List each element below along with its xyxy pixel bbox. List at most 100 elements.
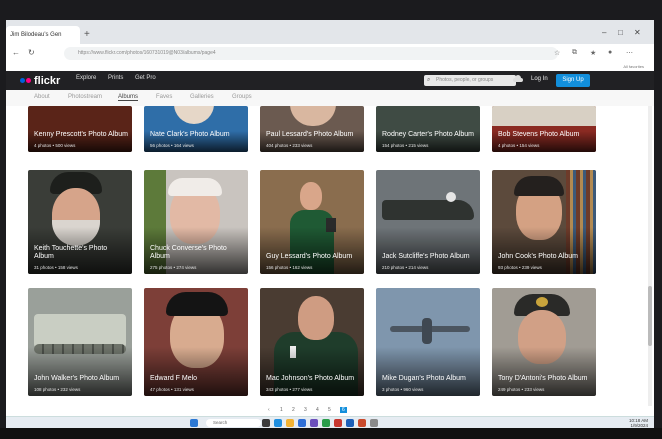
start-icon[interactable]: [190, 419, 198, 427]
album-meta: 156 photos • 162 views: [266, 265, 313, 270]
face-shape: [298, 296, 334, 340]
album-card[interactable]: Nate Clark's Photo Album 56 photos • 164…: [144, 106, 248, 152]
taskbar-clock[interactable]: 10:18 AM 1/9/2024: [629, 418, 648, 428]
new-tab-button[interactable]: +: [84, 29, 90, 40]
tab-groups[interactable]: Groups: [232, 94, 252, 100]
album-card[interactable]: Rodney Carter's Photo Album 154 photos •…: [376, 106, 480, 152]
nav-prints[interactable]: Prints: [108, 75, 123, 81]
profile-icon[interactable]: ●: [608, 49, 612, 56]
edge-icon[interactable]: [274, 419, 282, 427]
album-card[interactable]: Paul Lessard's Photo Album 404 photos • …: [260, 106, 364, 152]
teams-icon[interactable]: [310, 419, 318, 427]
flickr-logo[interactable]: flickr: [20, 74, 60, 87]
tab-faves[interactable]: Faves: [156, 94, 172, 100]
hair-shape: [166, 292, 228, 316]
album-meta: 210 photos • 214 views: [382, 265, 429, 270]
album-title: Bob Stevens Photo Album: [498, 131, 580, 138]
cover-detail: [492, 106, 596, 126]
mail-icon[interactable]: [298, 419, 306, 427]
tab-about[interactable]: About: [34, 94, 50, 100]
face-shape: [300, 182, 322, 210]
album-title: John Walker's Photo Album: [34, 375, 120, 382]
album-title: Keith Touchette's Photo Album: [34, 245, 108, 260]
album-title: Mac Johnson's Photo Album: [266, 375, 355, 382]
fuselage-shape: [422, 318, 432, 344]
refresh-icon[interactable]: ↻: [28, 48, 35, 57]
page-6-current[interactable]: 6: [340, 407, 347, 413]
album-title: John Cook's Photo Album: [498, 253, 578, 260]
tab-albums[interactable]: Albums: [118, 94, 139, 101]
album-card[interactable]: Kenny Prescott's Photo Album 4 photos • …: [28, 106, 132, 152]
page-prev[interactable]: ‹: [268, 407, 270, 413]
extensions-icon[interactable]: ⧉: [572, 49, 577, 57]
album-title: Mike Dugan's Photo Album: [382, 375, 466, 382]
page-4[interactable]: 4: [316, 407, 319, 413]
page-2[interactable]: 2: [292, 407, 295, 413]
album-card[interactable]: Keith Touchette's Photo Album 31 photos …: [28, 170, 132, 274]
album-meta: 47 photos • 131 views: [150, 387, 194, 392]
maximize-icon[interactable]: □: [618, 28, 623, 37]
cap-emblem-shape: [536, 297, 548, 307]
album-meta: 3 photos • 960 views: [382, 387, 424, 392]
insignia-shape: [446, 192, 456, 202]
album-card[interactable]: Mike Dugan's Photo Album 3 photos • 960 …: [376, 288, 480, 396]
album-card[interactable]: Bob Stevens Photo Album 4 photos • 154 v…: [492, 106, 596, 152]
album-card[interactable]: Tony D'Antoni's Photo Album 249 photos •…: [492, 288, 596, 396]
album-card[interactable]: Guy Lessard's Photo Album 156 photos • 1…: [260, 170, 364, 274]
album-meta: 108 photos • 232 views: [34, 387, 81, 392]
url-text: https://www.flickr.com/photos/160731019@…: [78, 50, 216, 56]
aircraft-model-shape: [382, 200, 474, 220]
tab-galleries[interactable]: Galleries: [190, 94, 214, 100]
taskbar-search[interactable]: Search: [206, 419, 261, 427]
back-icon[interactable]: ←: [12, 48, 20, 57]
logo-text: flickr: [34, 74, 61, 87]
album-meta: 404 photos • 233 views: [266, 143, 313, 148]
album-title: Rodney Carter's Photo Album: [382, 131, 474, 138]
album-meta: 343 photos • 277 views: [266, 387, 313, 392]
album-card[interactable]: Mac Johnson's Photo Album 343 photos • 2…: [260, 288, 364, 396]
search-placeholder: Photos, people, or groups: [436, 77, 494, 83]
scrollbar-thumb[interactable]: [648, 286, 652, 346]
page-1[interactable]: 1: [280, 407, 283, 413]
page-3[interactable]: 3: [304, 407, 307, 413]
favorites-icon[interactable]: ★: [590, 49, 596, 57]
pagination: ‹ 1 2 3 4 5 6: [6, 406, 654, 416]
album-meta: 31 photos • 158 views: [34, 265, 78, 270]
login-link[interactable]: Log In: [531, 76, 548, 82]
file-explorer-icon[interactable]: [286, 419, 294, 427]
word-icon[interactable]: [346, 419, 354, 427]
album-card[interactable]: Jack Sutcliffe's Photo Album 210 photos …: [376, 170, 480, 274]
album-meta: 275 photos • 274 views: [150, 265, 197, 270]
browser-tab-bar: Jim Bilodeau's Gen + – □ ✕: [6, 20, 654, 44]
nav-explore[interactable]: Explore: [76, 75, 96, 81]
album-card[interactable]: Edward F Melo 47 photos • 131 views: [144, 288, 248, 396]
album-title: Chuck Converse's Photo Album: [150, 245, 227, 260]
page-5[interactable]: 5: [328, 407, 331, 413]
powerpoint-icon[interactable]: [358, 419, 366, 427]
all-favorites-link[interactable]: All favorites: [623, 64, 644, 69]
close-icon[interactable]: ✕: [634, 28, 641, 37]
flickr-header: flickr Explore Prints Get Pro ⌕ Photos, …: [6, 71, 654, 90]
signup-button[interactable]: Sign Up: [556, 74, 590, 87]
album-meta: 249 photos • 233 views: [498, 387, 545, 392]
upload-cloud-icon[interactable]: [513, 75, 523, 83]
minimize-icon[interactable]: –: [602, 28, 606, 37]
logo-pink-dot: [26, 78, 31, 83]
monitor-screen: Jim Bilodeau's Gen + – □ ✕ ← ↻ https://w…: [6, 20, 654, 428]
star-icon[interactable]: ☆: [554, 49, 560, 57]
task-view-icon[interactable]: [262, 419, 270, 427]
page-scrollbar[interactable]: [648, 106, 652, 406]
search-input[interactable]: ⌕ Photos, people, or groups: [424, 75, 516, 86]
menu-icon[interactable]: ⋯: [626, 49, 633, 57]
album-card[interactable]: John Cook's Photo Album 93 photos • 239 …: [492, 170, 596, 274]
excel-icon[interactable]: [322, 419, 330, 427]
settings-icon[interactable]: [370, 419, 378, 427]
browser-tab[interactable]: Jim Bilodeau's Gen: [6, 26, 80, 44]
album-card[interactable]: Chuck Converse's Photo Album 275 photos …: [144, 170, 248, 274]
album-card[interactable]: John Walker's Photo Album 108 photos • 2…: [28, 288, 132, 396]
url-field[interactable]: https://www.flickr.com/photos/160731019@…: [64, 47, 558, 60]
app-icon[interactable]: [334, 419, 342, 427]
nav-get-pro[interactable]: Get Pro: [135, 75, 156, 81]
tab-photostream[interactable]: Photostream: [68, 94, 102, 100]
album-title: Tony D'Antoni's Photo Album: [498, 375, 588, 382]
